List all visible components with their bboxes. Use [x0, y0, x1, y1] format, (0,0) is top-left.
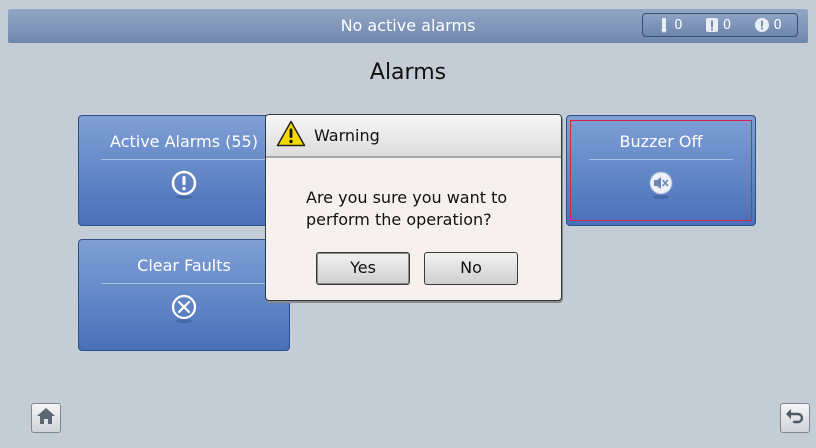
tile-divider: [101, 159, 267, 160]
warning-dialog: Warning Are you sure you want to perform…: [265, 114, 562, 301]
dialog-message: Are you sure you want to perform the ope…: [306, 187, 507, 231]
exclamation-circle-icon: [170, 170, 198, 204]
dialog-header: Warning: [266, 115, 561, 158]
status-bar: No active alarms 0 0 0: [8, 9, 808, 43]
buzzer-off-label: Buzzer Off: [619, 132, 703, 151]
clear-faults-label: Clear Faults: [137, 256, 231, 275]
dialog-title: Warning: [314, 126, 380, 145]
no-button[interactable]: No: [424, 252, 518, 285]
warning-triangle-icon: [276, 120, 306, 151]
minor-alarm-icon: [754, 17, 770, 33]
minor-alarm-counter: 0: [754, 17, 782, 33]
major-alarm-count: 0: [722, 17, 732, 33]
alarm-counters[interactable]: 0 0 0: [642, 13, 798, 37]
home-button[interactable]: [31, 403, 61, 433]
page-title: Alarms: [369, 60, 447, 85]
buzzer-off-tile[interactable]: Buzzer Off: [566, 115, 756, 226]
back-button[interactable]: [780, 403, 810, 433]
tile-divider: [101, 283, 267, 284]
critical-alarm-icon: [658, 17, 670, 33]
dialog-message-line-2: perform the operation?: [306, 210, 492, 229]
minor-alarm-count: 0: [773, 17, 782, 33]
major-alarm-icon: [705, 17, 719, 33]
x-circle-icon: [170, 294, 198, 328]
critical-alarm-counter: 0: [658, 17, 682, 33]
back-arrow-icon: [785, 407, 805, 429]
active-alarms-tile[interactable]: Active Alarms (55): [78, 115, 290, 226]
home-icon: [36, 407, 56, 429]
speaker-mute-icon: [646, 170, 676, 204]
major-alarm-counter: 0: [705, 17, 731, 33]
tile-divider: [589, 159, 733, 160]
clear-faults-tile[interactable]: Clear Faults: [78, 239, 290, 351]
yes-button[interactable]: Yes: [316, 252, 410, 285]
dialog-message-line-1: Are you sure you want to: [306, 188, 508, 207]
critical-alarm-count: 0: [674, 17, 683, 33]
active-alarms-label: Active Alarms (55): [110, 132, 258, 151]
